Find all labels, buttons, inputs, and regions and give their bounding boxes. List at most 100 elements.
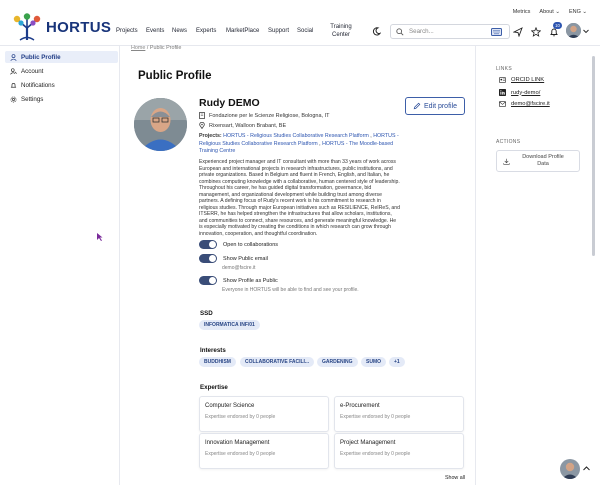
search-input[interactable]: Search...: [409, 28, 434, 35]
expertise-card[interactable]: Computer Science Expertise endorsed by 0…: [199, 396, 329, 432]
download-icon: [503, 158, 510, 165]
interests-more-chip[interactable]: +1: [389, 357, 405, 367]
link-label: demo@fscire.it: [511, 101, 550, 107]
tree-logo-icon: [13, 13, 41, 41]
notification-badge: 10: [553, 22, 562, 29]
orcid-icon: [499, 77, 506, 83]
sidebar-item-account[interactable]: Account: [5, 65, 118, 77]
link-label: rudy-demo/: [511, 89, 541, 96]
chevron-down-icon[interactable]: [583, 29, 589, 34]
main-nav: Projects Events News Experts MarketPlace…: [116, 24, 366, 42]
nav-support[interactable]: Support: [268, 28, 289, 34]
interests-heading: Interests: [200, 347, 226, 354]
location-text: Rixensart, Walloon Brabant, BE: [209, 122, 287, 129]
nav-projects[interactable]: Projects: [116, 28, 138, 34]
edit-profile-button[interactable]: Edit profile: [405, 97, 465, 115]
link-label: ORCID LINK: [511, 77, 545, 83]
bell-icon: [10, 82, 17, 88]
nav-news[interactable]: News: [172, 28, 187, 34]
page-title: Public Profile: [138, 70, 212, 82]
expertise-endorsements: Expertise endorsed by 0 people: [205, 451, 276, 457]
mouse-cursor-icon: [97, 233, 103, 241]
public-email-value: demo@fscire.it: [222, 265, 256, 271]
ssd-heading: SSD: [200, 310, 213, 317]
chat-assistant-avatar[interactable]: [560, 459, 580, 479]
nav-social[interactable]: Social: [297, 28, 313, 34]
organization-text: Fondazione per le Scienze Religiose, Bol…: [209, 112, 330, 119]
profile-name: Rudy DEMO: [199, 97, 260, 109]
search-icon: [396, 27, 404, 36]
interest-chip[interactable]: BUDDHISM: [199, 357, 236, 367]
app-name: HORTUS: [46, 18, 112, 36]
interest-chip[interactable]: SUMO: [361, 357, 386, 367]
public-profile-toggle[interactable]: [199, 276, 217, 285]
expertise-card[interactable]: e-Procurement Expertise endorsed by 0 pe…: [334, 396, 464, 432]
toggle-row-email: Show Public email: [199, 254, 268, 263]
top-utility-links: Metrics About ⌄ ENG ⌄: [513, 9, 587, 15]
expertise-card[interactable]: Project Management Expertise endorsed by…: [334, 433, 464, 469]
profile-bio: Experienced project manager and IT consu…: [199, 159, 400, 237]
project-link[interactable]: HORTUS - Religious Studies Collaborative…: [223, 133, 369, 139]
nav-experts[interactable]: Experts: [196, 28, 216, 34]
dark-mode-icon[interactable]: [372, 27, 381, 36]
profile-location: Rixensart, Walloon Brabant, BE: [199, 122, 286, 129]
send-icon[interactable]: [513, 27, 523, 37]
projects-label: Projects:: [199, 133, 222, 139]
user-avatar[interactable]: [566, 23, 581, 38]
sidebar-item-label: Settings: [21, 95, 44, 103]
expertise-title: e-Procurement: [340, 403, 380, 409]
interest-chip[interactable]: COLLABORATIVE FACILI...: [240, 357, 315, 367]
ssd-chip: INFORMATICA INF/01: [199, 320, 260, 330]
sidebar-item-public-profile[interactable]: Public Profile: [5, 51, 118, 63]
toggle-label: Show Public email: [223, 255, 268, 262]
nav-marketplace[interactable]: MarketPlace: [226, 28, 259, 34]
expertise-card[interactable]: Innovation Management Expertise endorsed…: [199, 433, 329, 469]
orcid-link[interactable]: ORCID LINK: [499, 77, 544, 83]
expertise-endorsements: Expertise endorsed by 0 people: [340, 414, 411, 420]
email-link[interactable]: demo@fscire.it: [499, 101, 550, 107]
expertise-heading: Expertise: [200, 384, 228, 391]
expertise-title: Project Management: [340, 440, 396, 446]
projects-list: Projects: HORTUS - Religious Studies Col…: [199, 133, 399, 154]
person-icon: [10, 53, 17, 61]
building-icon: [199, 112, 205, 119]
chevron-up-icon[interactable]: [583, 466, 590, 471]
public-email-toggle[interactable]: [199, 254, 217, 263]
account-icon: [10, 67, 17, 75]
breadcrumb-home[interactable]: Home: [131, 45, 145, 51]
download-profile-button[interactable]: Download Profile Data: [496, 150, 580, 172]
star-icon[interactable]: [531, 27, 541, 37]
scrollbar[interactable]: [592, 56, 595, 256]
gear-icon: [10, 96, 17, 102]
actions-heading: ACTIONS: [496, 139, 521, 145]
download-label: Download Profile Data: [522, 154, 564, 167]
breadcrumb-current: Public Profile: [149, 45, 182, 51]
toggle-row-collaborations: Open to collaborations: [199, 240, 278, 249]
sidebar-item-label: Notifications: [21, 81, 55, 89]
interest-chip[interactable]: GARDENING: [317, 357, 358, 367]
about-menu[interactable]: About ⌄: [539, 9, 560, 15]
nav-events[interactable]: Events: [146, 28, 164, 34]
nav-training-center[interactable]: Training Center: [327, 23, 355, 39]
mail-icon: [499, 101, 506, 107]
edit-profile-label: Edit profile: [423, 102, 458, 110]
breadcrumb: Home / Public Profile: [131, 45, 181, 51]
expertise-title: Computer Science: [205, 403, 255, 409]
toggle-label: Open to collaborations: [223, 241, 279, 248]
collaborations-toggle[interactable]: [199, 240, 217, 249]
toggle-label: Show Profile as Public: [223, 277, 278, 284]
sidebar-item-label: Public Profile: [21, 53, 61, 61]
metrics-link[interactable]: Metrics: [513, 9, 531, 15]
sidebar: Public Profile Account Notifications Set…: [0, 46, 120, 485]
language-select[interactable]: ENG ⌄: [569, 9, 587, 15]
sidebar-item-notifications[interactable]: Notifications: [5, 79, 118, 91]
toggle-row-public-profile: Show Profile as Public: [199, 276, 278, 285]
keyboard-icon[interactable]: [491, 28, 502, 36]
sidebar-item-settings[interactable]: Settings: [5, 93, 118, 105]
linkedin-icon: [499, 89, 506, 96]
linkedin-link[interactable]: rudy-demo/: [499, 89, 540, 96]
profile-organization: Fondazione per le Scienze Religiose, Bol…: [199, 112, 329, 119]
expertise-endorsements: Expertise endorsed by 0 people: [340, 451, 411, 457]
app-logo[interactable]: HORTUS: [11, 13, 111, 41]
show-all-link[interactable]: Show all: [445, 475, 465, 481]
